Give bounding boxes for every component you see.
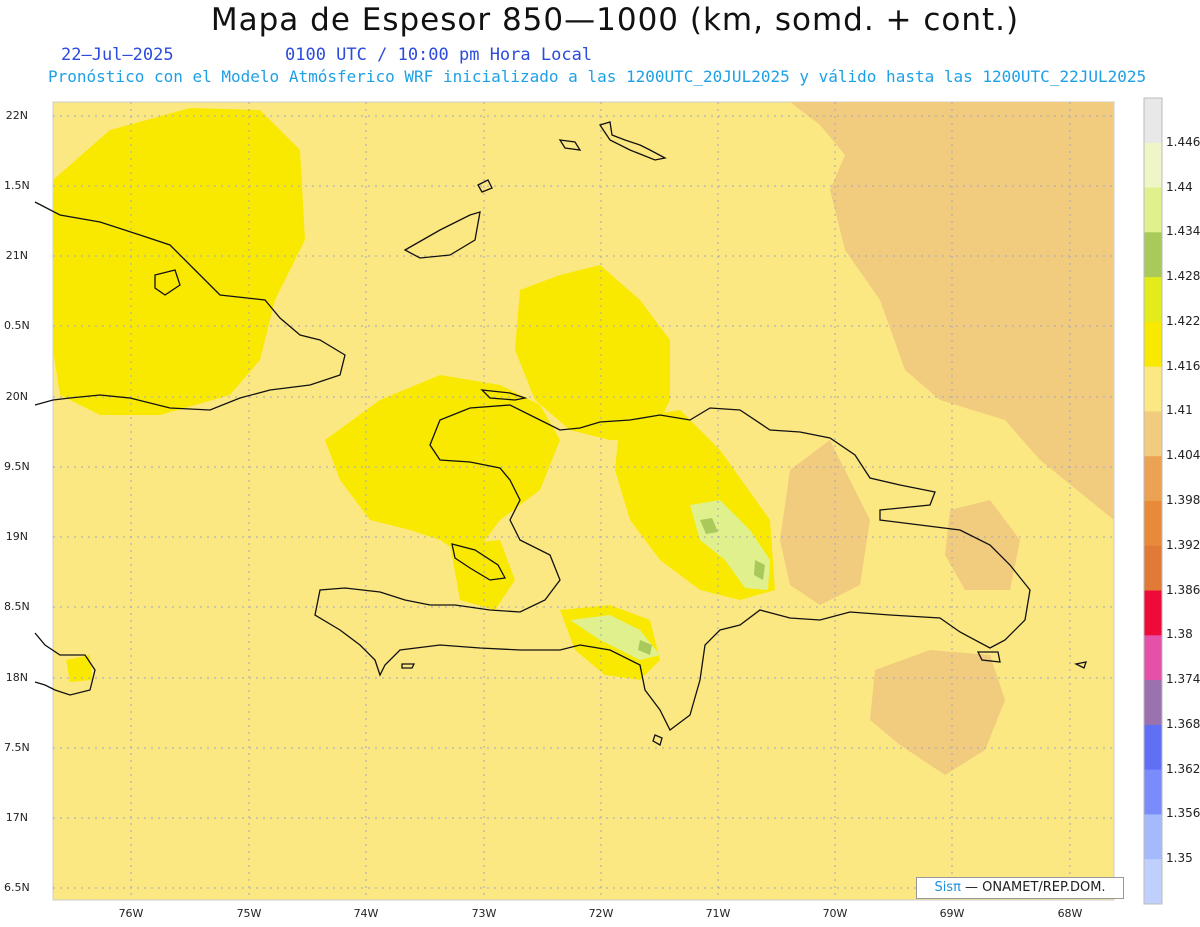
- colorbar-swatch: [1144, 769, 1162, 815]
- lon-label: 70W: [822, 907, 848, 920]
- lat-label: 22N: [5, 109, 28, 122]
- lat-label: 7.5N: [4, 741, 30, 754]
- colorbar-swatch: [1144, 366, 1162, 412]
- colorbar-swatch: [1144, 321, 1162, 368]
- lat-label: 9.5N: [4, 460, 30, 473]
- colorbar-swatch: [1144, 142, 1162, 189]
- lon-label: 76W: [118, 907, 144, 920]
- lon-label: 68W: [1057, 907, 1083, 920]
- lat-label: 8.5N: [4, 600, 30, 613]
- lon-label: 74W: [353, 907, 379, 920]
- colorbar-tick-label: 1.446: [1166, 134, 1200, 149]
- lon-label: 75W: [236, 907, 262, 920]
- colorbar-tick-label: 1.44: [1166, 179, 1193, 194]
- lon-label: 72W: [588, 907, 614, 920]
- lat-label: 0.5N: [4, 319, 30, 332]
- lat-label: 21N: [5, 249, 28, 262]
- colorbar-swatch: [1144, 635, 1162, 681]
- colorbar-tick-label: 1.404: [1166, 448, 1200, 463]
- colorbar-swatch: [1144, 814, 1162, 860]
- lon-label: 71W: [705, 907, 731, 920]
- colorbar-tick-label: 1.428: [1166, 269, 1200, 284]
- colorbar: [1143, 97, 1163, 905]
- colorbar-swatch: [1144, 724, 1162, 771]
- colorbar-swatch: [1144, 456, 1162, 502]
- colorbar-tick-label: 1.422: [1166, 313, 1200, 328]
- colorbar-tick-label: 1.434: [1166, 224, 1200, 239]
- credit-badge: Sisπ — ONAMET/REP.DOM.: [916, 877, 1124, 899]
- colorbar-tick-label: 1.368: [1166, 716, 1200, 731]
- colorbar-tick-label: 1.38: [1166, 627, 1193, 642]
- colorbar-swatch: [1144, 501, 1162, 547]
- lat-label: 6.5N: [4, 881, 30, 894]
- colorbar-tick-label: 1.362: [1166, 761, 1200, 776]
- colorbar-swatch: [1144, 232, 1162, 278]
- map-canvas: [34, 97, 1163, 905]
- colorbar-tick-label: 1.398: [1166, 493, 1200, 507]
- lat-label: 19N: [5, 530, 28, 543]
- colorbar-tick-label: 1.386: [1166, 582, 1200, 597]
- colorbar-swatch: [1144, 680, 1162, 726]
- lat-label: 1.5N: [4, 179, 30, 192]
- credit-label: — ONAMET/REP.DOM.: [960, 880, 1106, 895]
- colorbar-tick-label: 1.356: [1166, 806, 1200, 821]
- colorbar-tick-label: 1.374: [1166, 672, 1200, 687]
- brand-label: Sisπ: [934, 880, 961, 895]
- colorbar-swatch: [1144, 411, 1162, 457]
- colorbar-swatch: [1144, 859, 1162, 905]
- lon-label: 73W: [471, 907, 497, 920]
- colorbar-swatch: [1144, 98, 1162, 144]
- lat-label: 18N: [5, 671, 28, 684]
- colorbar-tick-label: 1.35: [1166, 851, 1193, 866]
- lat-label: 20N: [5, 390, 28, 403]
- colorbar-tick-label: 1.416: [1166, 358, 1200, 373]
- colorbar-tick-label: 1.392: [1166, 537, 1200, 552]
- colorbar-swatch: [1144, 277, 1162, 323]
- lat-label: 17N: [5, 811, 28, 824]
- colorbar-swatch: [1144, 545, 1162, 592]
- colorbar-swatch: [1144, 590, 1162, 636]
- colorbar-tick-label: 1.41: [1166, 403, 1193, 418]
- colorbar-swatch: [1144, 187, 1162, 233]
- lon-label: 69W: [939, 907, 965, 920]
